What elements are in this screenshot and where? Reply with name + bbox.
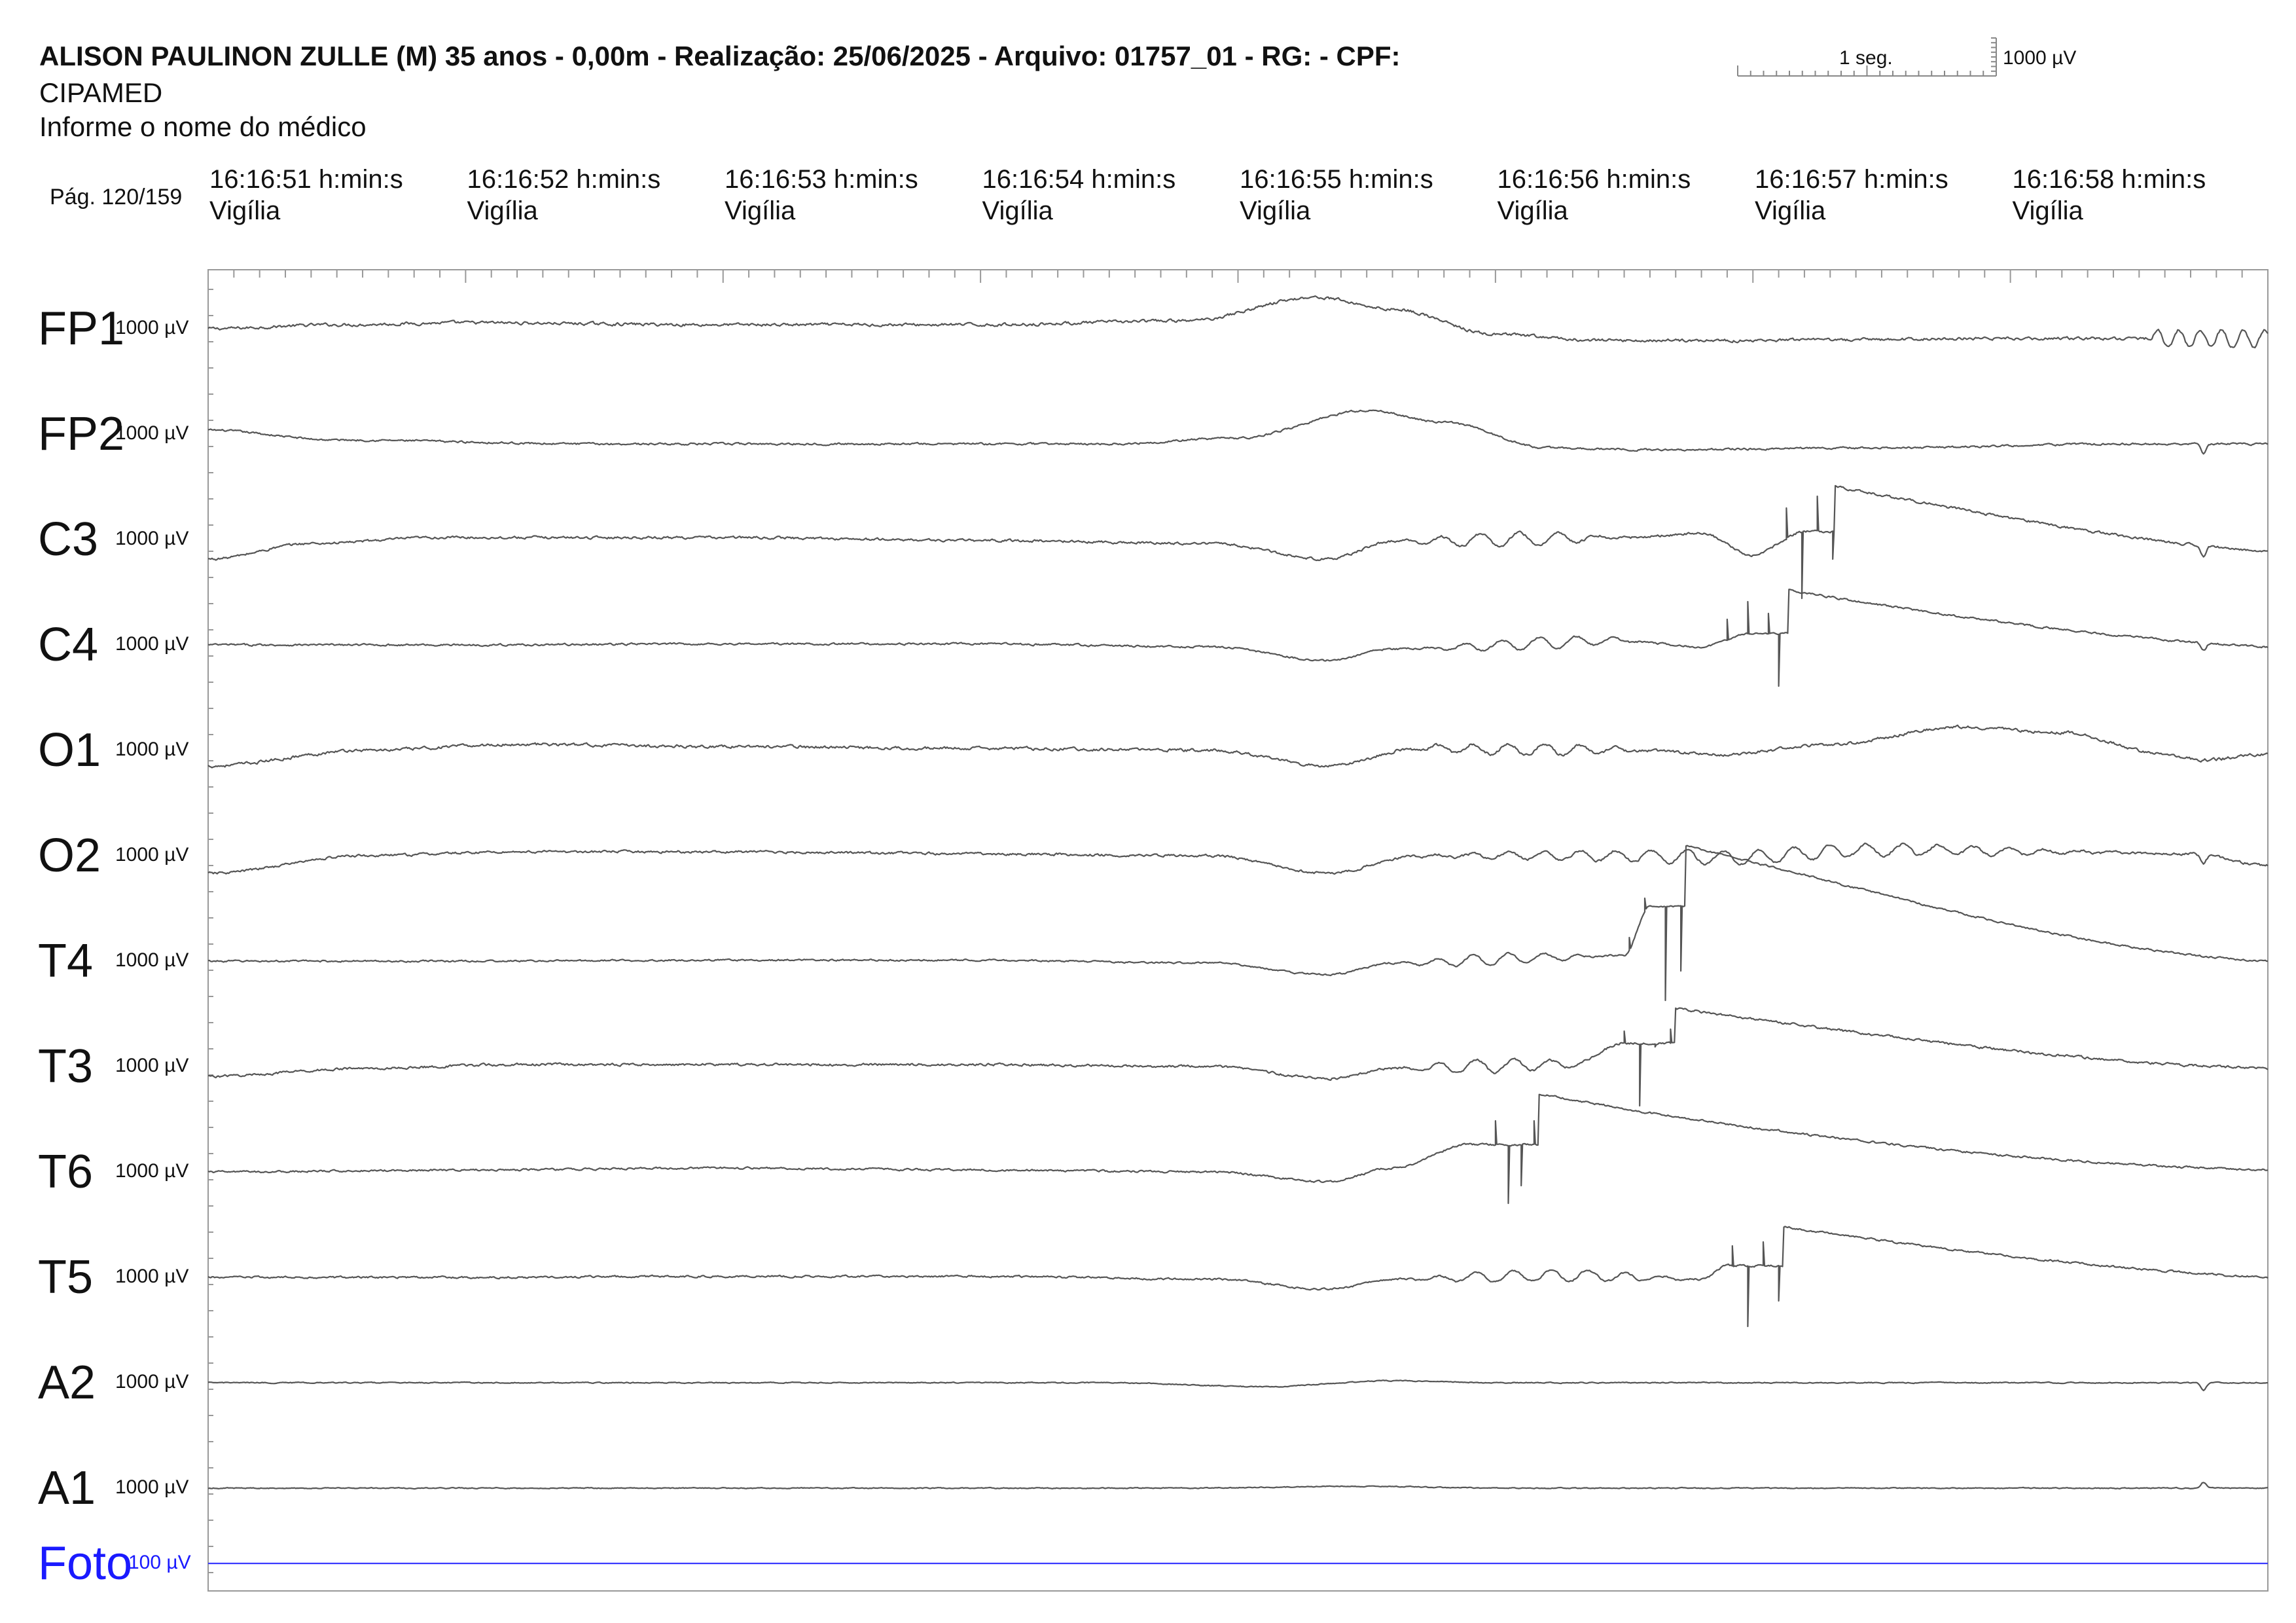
eeg-plot [207, 37, 2269, 1592]
trace-a2 [207, 1379, 2268, 1391]
trace-a1 [207, 1482, 2269, 1490]
trace-c3 [208, 484, 2269, 600]
trace-t4 [207, 845, 2269, 1002]
trace-fp2 [207, 409, 2269, 455]
trace-o1 [207, 724, 2269, 769]
plot-frame [207, 269, 2269, 1592]
trace-t5 [207, 1226, 2269, 1328]
trace-c4 [207, 589, 2269, 687]
trace-t3 [207, 1007, 2269, 1107]
trace-o2 [207, 842, 2269, 875]
trace-t6 [207, 1093, 2269, 1205]
trace-fp1 [207, 295, 2269, 349]
